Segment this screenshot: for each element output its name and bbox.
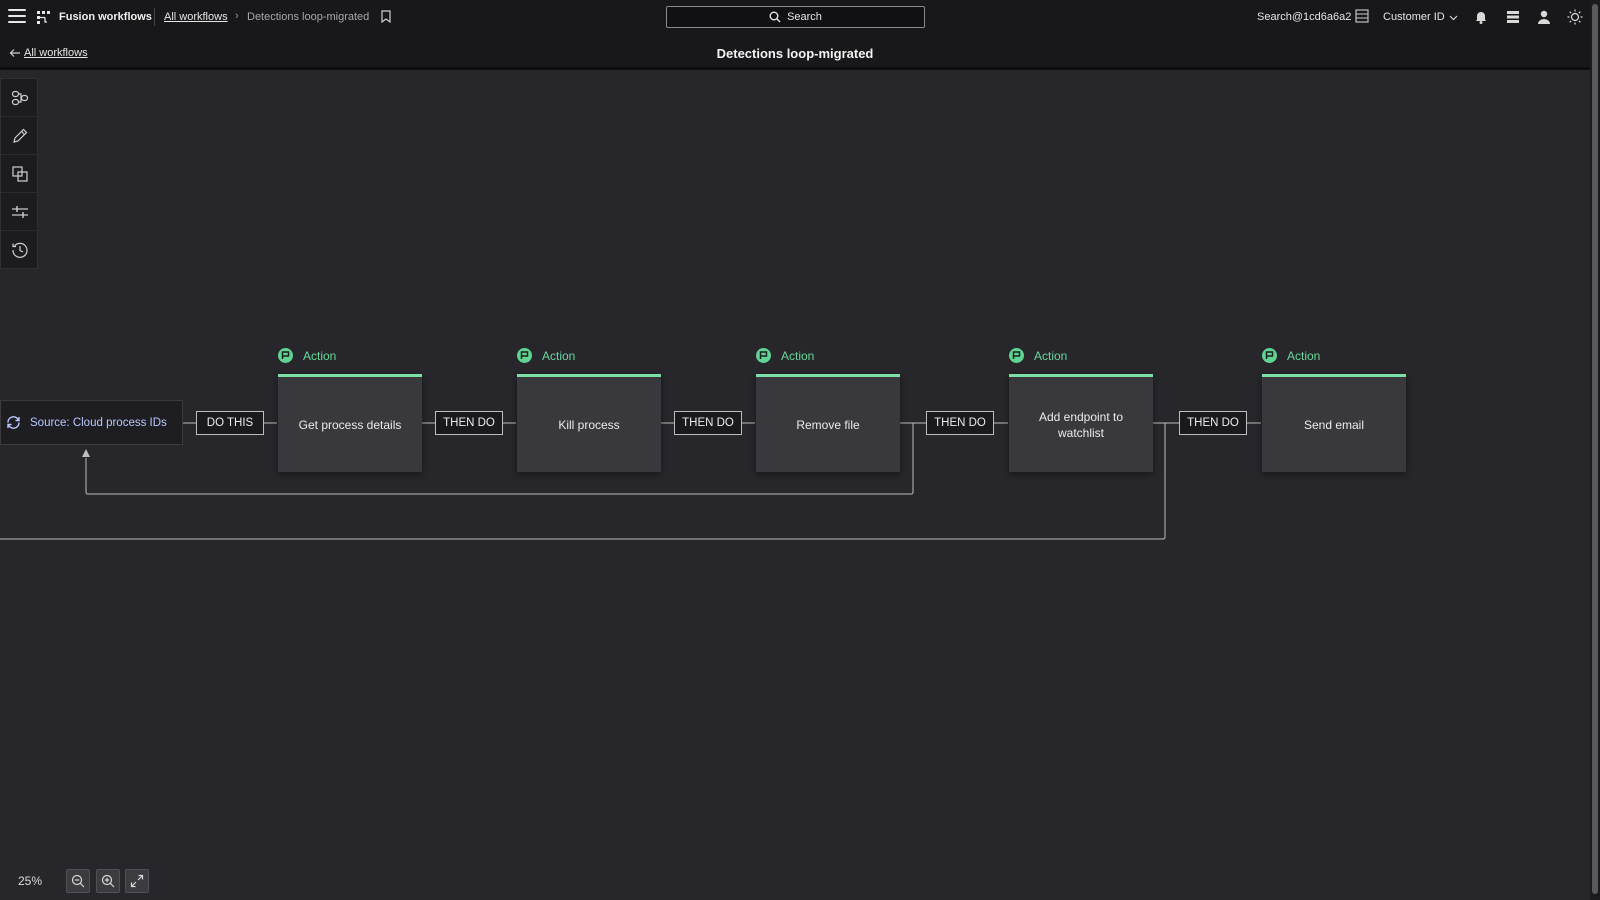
zoom-out-button[interactable] bbox=[66, 869, 90, 893]
action-node-send-email[interactable]: Send email bbox=[1262, 374, 1406, 472]
action-badge-icon bbox=[1009, 348, 1024, 363]
workflow-canvas[interactable]: Source: Cloud process IDs DO THIS THEN D… bbox=[0, 73, 1590, 900]
tool-rail bbox=[0, 78, 39, 269]
fit-to-screen-button[interactable] bbox=[125, 869, 149, 893]
action-badge-icon bbox=[756, 348, 771, 363]
action-type-label: Action bbox=[1034, 348, 1068, 363]
action-header-2: Action bbox=[517, 348, 575, 363]
action-badge-icon bbox=[278, 348, 293, 363]
connector-then-do-2[interactable]: THEN DO bbox=[674, 411, 742, 435]
app-name: Fusion workflows bbox=[59, 11, 152, 23]
bookmark-icon[interactable] bbox=[381, 10, 391, 23]
expand-icon bbox=[130, 874, 144, 888]
zoom-out-icon bbox=[71, 874, 85, 888]
action-type-label: Action bbox=[542, 348, 576, 363]
connector-do-this[interactable]: DO THIS bbox=[196, 411, 264, 435]
action-type-label: Action bbox=[781, 348, 815, 363]
workflow-app-icon bbox=[37, 11, 50, 24]
user-icon[interactable] bbox=[1536, 9, 1552, 25]
breadcrumb-all-workflows[interactable]: All workflows bbox=[164, 11, 228, 23]
customer-id-dropdown[interactable]: Customer ID bbox=[1383, 11, 1458, 23]
pencil-icon bbox=[13, 128, 28, 143]
action-node-kill-process[interactable]: Kill process bbox=[517, 374, 661, 472]
zoom-in-button[interactable] bbox=[96, 869, 120, 893]
source-label: Source: Cloud process IDs bbox=[30, 416, 167, 429]
action-badge-icon bbox=[1262, 348, 1277, 363]
action-header-3: Action bbox=[756, 348, 814, 363]
scrollbar-thumb[interactable] bbox=[1592, 4, 1598, 894]
customer-id-label: Customer ID bbox=[1383, 11, 1445, 23]
search-label: Search bbox=[787, 11, 822, 23]
page-title: Detections loop-migrated bbox=[716, 46, 874, 61]
connector-then-do-4[interactable]: THEN DO bbox=[1179, 411, 1247, 435]
zoom-level: 25% bbox=[18, 874, 43, 888]
action-type-label: Action bbox=[1287, 348, 1321, 363]
action-badge-icon bbox=[517, 348, 532, 363]
workflow-icon bbox=[11, 90, 29, 105]
copy-icon bbox=[12, 165, 28, 182]
refresh-icon bbox=[7, 416, 20, 429]
divider bbox=[154, 8, 155, 26]
table-icon[interactable] bbox=[1355, 9, 1369, 23]
action-type-label: Action bbox=[303, 348, 337, 363]
page-header: All workflows Detections loop-migrated bbox=[0, 35, 1590, 70]
action-node-get-process-details[interactable]: Get process details bbox=[278, 374, 422, 472]
breadcrumb-current: Detections loop-migrated bbox=[247, 11, 370, 23]
sliders-icon bbox=[12, 205, 28, 218]
search-input[interactable]: Search bbox=[666, 6, 925, 28]
zoom-in-icon bbox=[101, 874, 115, 888]
tool-copy-button[interactable] bbox=[1, 155, 39, 193]
action-header-4: Action bbox=[1009, 348, 1067, 363]
action-node-remove-file[interactable]: Remove file bbox=[756, 374, 900, 472]
connector-lines bbox=[0, 422, 1261, 540]
top-bar: Fusion workflows All workflows › Detecti… bbox=[0, 0, 1600, 35]
action-node-add-endpoint[interactable]: Add endpoint to watchlist bbox=[1009, 374, 1153, 472]
connector-then-do-1[interactable]: THEN DO bbox=[435, 411, 503, 435]
stack-icon[interactable] bbox=[1505, 9, 1521, 25]
tool-edit-button[interactable] bbox=[1, 117, 39, 155]
chevron-down-icon bbox=[1449, 15, 1458, 20]
tool-history-button[interactable] bbox=[1, 231, 39, 269]
action-header-1: Action bbox=[278, 348, 336, 363]
tool-settings-button[interactable] bbox=[1, 193, 39, 231]
search-icon bbox=[769, 11, 781, 23]
sun-icon[interactable] bbox=[1567, 9, 1583, 25]
breadcrumb-separator: › bbox=[235, 10, 239, 22]
action-header-5: Action bbox=[1262, 348, 1320, 363]
bell-icon[interactable] bbox=[1473, 9, 1489, 25]
history-icon bbox=[12, 242, 28, 258]
account-name: Search@1cd6a6a2 bbox=[1257, 11, 1352, 23]
connector-then-do-3[interactable]: THEN DO bbox=[926, 411, 994, 435]
menu-icon[interactable] bbox=[8, 9, 26, 25]
source-node[interactable]: Source: Cloud process IDs bbox=[0, 400, 183, 445]
tool-workflow-button[interactable] bbox=[1, 79, 39, 117]
